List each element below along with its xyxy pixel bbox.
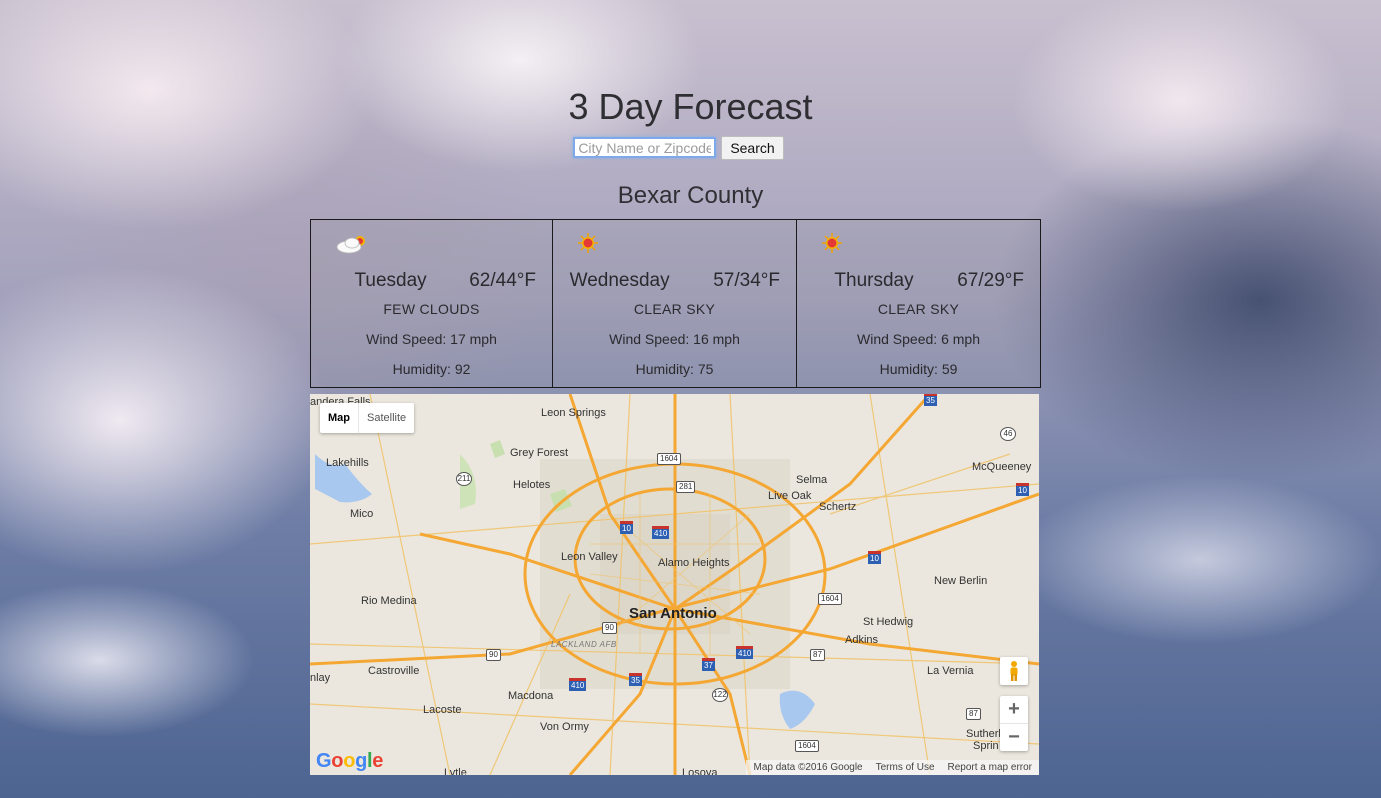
terms-of-use-link[interactable]: Terms of Use	[876, 762, 935, 773]
interstate-shield: 37	[702, 658, 715, 671]
zoom-in-button[interactable]: +	[1000, 696, 1028, 723]
google-logo: Google	[316, 750, 384, 772]
map-label: Rio Medina	[361, 595, 417, 607]
map-label: Leon Springs	[541, 407, 606, 419]
map-label: New Berlin	[934, 575, 988, 587]
forecast-description: FEW CLOUDS	[383, 301, 480, 317]
forecast-card-day-1: Tuesday 62/44°F FEW CLOUDS Wind Speed: 1…	[310, 219, 553, 388]
map-label: St Hedwig	[863, 616, 914, 628]
forecast-wind: Wind Speed: 17 mph	[366, 331, 497, 347]
map-label: McQueeney	[972, 461, 1032, 473]
sun-icon	[577, 232, 611, 256]
map-label: Alamo Heights	[658, 557, 730, 569]
map-label: Lakehills	[326, 457, 369, 469]
zoom-control: + −	[1000, 696, 1028, 751]
map-label: Leon Valley	[561, 551, 618, 563]
map-label: Sprin	[973, 740, 999, 752]
highway-shield: 122	[712, 688, 728, 702]
map-label: Selma	[796, 474, 828, 486]
forecast-day: Thursday	[834, 270, 914, 291]
map-attribution: Map data ©2016 Google Terms of Use Repor…	[746, 760, 1039, 775]
map-label: Macdona	[508, 690, 554, 702]
forecast-temp: 67/29°F	[957, 270, 1024, 291]
forecast-humidity: Humidity: 92	[392, 361, 471, 377]
highway-shield: 281	[676, 481, 696, 493]
forecast-cards: Tuesday 62/44°F FEW CLOUDS Wind Speed: 1…	[310, 219, 1041, 388]
map-label: Mico	[350, 508, 374, 520]
map-label: Grey Forest	[510, 447, 569, 459]
highway-shield: 1604	[795, 740, 819, 752]
map-label: nlay	[310, 672, 331, 684]
map-label: Castroville	[368, 665, 420, 677]
interstate-shield: 410	[569, 678, 587, 691]
search-input[interactable]	[573, 137, 717, 158]
map-data-credit: Map data ©2016 Google	[753, 762, 863, 773]
location-name: Bexar County	[617, 182, 764, 209]
forecast-card-day-3: Thursday 67/29°F CLEAR SKY Wind Speed: 6…	[796, 219, 1041, 388]
highway-shield: 90	[602, 622, 617, 634]
street-view-pegman-icon[interactable]	[1000, 657, 1028, 685]
map-type-control: Map Satellite	[320, 403, 415, 433]
forecast-humidity: Humidity: 59	[879, 361, 958, 377]
map-roads	[310, 394, 1039, 775]
highway-shield: 87	[966, 708, 981, 720]
forecast-day: Tuesday	[354, 270, 427, 291]
interstate-shield: 10	[620, 521, 633, 534]
forecast-humidity: Humidity: 75	[635, 361, 714, 377]
interstate-shield: 10	[868, 551, 881, 564]
map-view[interactable]: andera Falls Leon Springs Lakehills Grey…	[310, 394, 1039, 775]
map-label: Schertz	[819, 501, 857, 513]
forecast-temp: 57/34°F	[713, 270, 780, 291]
map-label: Lytle	[444, 767, 467, 775]
interstate-shield: 10	[1016, 483, 1029, 496]
zoom-out-button[interactable]: −	[1000, 723, 1028, 751]
map-label: La Vernia	[927, 665, 974, 677]
highway-shield: 211	[456, 472, 472, 486]
map-label: Live Oak	[768, 490, 812, 502]
forecast-description: CLEAR SKY	[633, 301, 716, 317]
highway-shield: 46	[1000, 427, 1016, 441]
forecast-day: Wednesday	[569, 270, 670, 291]
forecast-temp: 62/44°F	[469, 270, 536, 291]
map-label: Adkins	[845, 634, 879, 646]
interstate-shield: 410	[652, 526, 670, 539]
search-button[interactable]: Search	[721, 136, 784, 160]
map-label: Von Ormy	[540, 721, 589, 733]
report-map-error-link[interactable]: Report a map error	[948, 762, 1032, 773]
highway-shield: 1604	[657, 453, 681, 465]
sun-icon	[821, 232, 855, 256]
forecast-card-day-2: Wednesday 57/34°F CLEAR SKY Wind Speed: …	[552, 219, 797, 388]
highway-shield: 1604	[818, 593, 842, 605]
map-label: LACKLAND AFB	[551, 640, 617, 649]
interstate-shield: 410	[736, 646, 754, 659]
interstate-shield: 35	[629, 673, 642, 686]
highway-shield: 87	[810, 649, 825, 661]
map-label: Helotes	[513, 479, 551, 491]
interstate-shield: 35	[924, 394, 937, 406]
map-label: Sutherl	[966, 728, 1001, 740]
search-form: Search	[0, 136, 1381, 160]
map-type-map-button[interactable]: Map	[320, 403, 359, 433]
page-title: 3 Day Forecast	[568, 86, 813, 127]
forecast-wind: Wind Speed: 16 mph	[609, 331, 740, 347]
map-label-city: San Antonio	[629, 605, 717, 622]
forecast-description: CLEAR SKY	[877, 301, 960, 317]
few-clouds-icon	[335, 232, 369, 256]
map-label: Lacoste	[423, 704, 462, 716]
highway-shield: 90	[486, 649, 501, 661]
map-label: Losoya	[682, 767, 718, 775]
forecast-wind: Wind Speed: 6 mph	[857, 331, 980, 347]
map-type-satellite-button[interactable]: Satellite	[359, 403, 414, 433]
